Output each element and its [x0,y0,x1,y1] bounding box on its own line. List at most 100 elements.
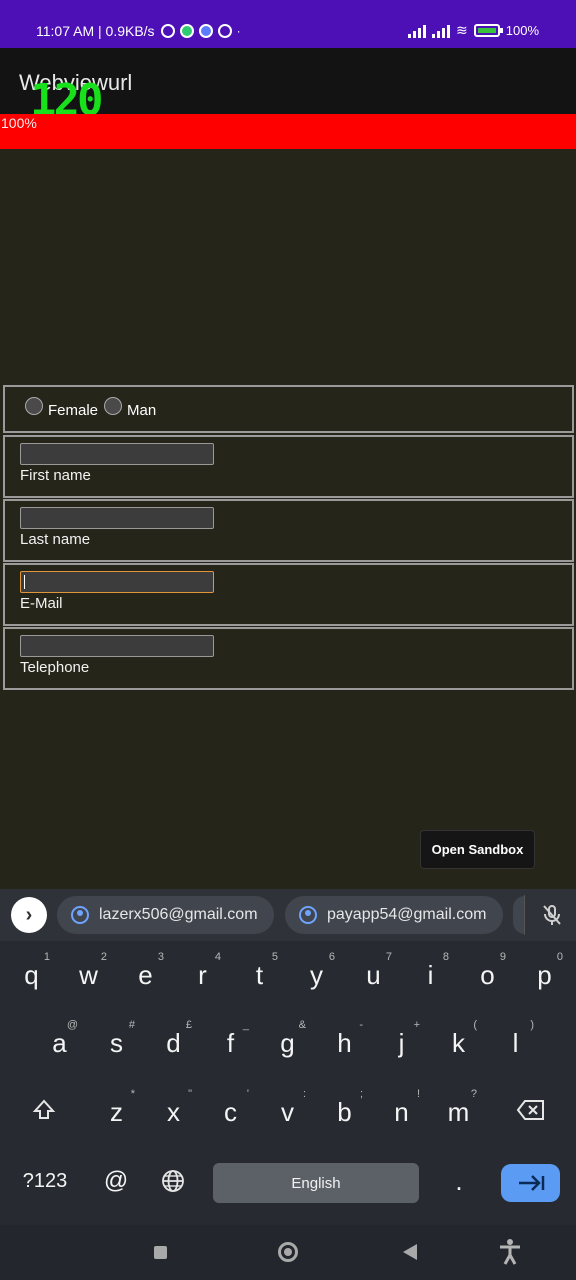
first-name-row: First name [3,435,574,498]
key-j[interactable]: j + [373,1017,430,1069]
key-v[interactable]: v: [259,1086,316,1138]
key-m[interactable]: m? [430,1086,487,1138]
telephone-row: Telephone [3,627,574,690]
radio-man[interactable] [104,397,123,415]
key-letter: y [310,959,323,990]
key-letter: u [366,959,381,990]
email-label: E-Mail [20,595,63,612]
key-letter: k [452,1027,465,1058]
signal-1-icon [408,24,427,38]
key-z[interactable]: z * [88,1086,145,1138]
github-icon [217,24,232,38]
key-hint: + [413,1019,420,1031]
key-w[interactable]: w2 [60,949,117,1001]
key-hint: ; [359,1088,363,1100]
email-input[interactable] [20,571,214,593]
shift-key[interactable] [18,1084,70,1136]
key-hint: ' [246,1088,249,1100]
period-key[interactable]: . [436,1155,482,1207]
key-letter: d [166,1027,181,1058]
alarm-icon [160,24,175,38]
key-hint: ? [470,1088,477,1100]
last-name-input[interactable] [20,507,214,529]
key-letter: v [281,1096,294,1127]
key-hint: £ [185,1019,192,1031]
gender-row: Female Man [3,385,574,433]
key-hint: 5 [271,951,278,963]
key-s[interactable]: s # [88,1017,145,1069]
key-f[interactable]: f _ [202,1017,259,1069]
key-i[interactable]: i8 [402,949,459,1001]
key-d[interactable]: d £ [145,1017,202,1069]
first-name-input[interactable] [20,443,214,465]
battery-percent: 100% [505,23,539,38]
key-o[interactable]: o9 [459,949,516,1001]
soft-keyboard: › lazerx506@gmail.com payapp54@gmail.com… [0,889,576,1225]
radio-man-label[interactable]: Man [127,402,156,419]
status-left: 11:07 AM | 0.9KB/s · [36,22,241,40]
key-hint: _ [242,1019,249,1031]
suggestion-chip-1[interactable]: lazerx506@gmail.com [57,896,274,934]
key-n[interactable]: n! [373,1086,430,1138]
key-g[interactable]: g & [259,1017,316,1069]
open-sandbox-button[interactable]: Open Sandbox [420,830,535,869]
key-q[interactable]: q1 [3,949,60,1001]
key-letter: e [138,959,153,990]
key-hint: 3 [157,951,164,963]
key-r[interactable]: r4 [174,949,231,1001]
radio-female-label[interactable]: Female [48,402,98,419]
key-letter: f [226,1027,235,1058]
last-name-row: Last name [3,499,574,562]
key-x[interactable]: x " [145,1086,202,1138]
key-y[interactable]: y6 [288,949,345,1001]
navigation-bar [0,1225,576,1280]
home-button[interactable] [278,1242,298,1262]
mic-off-icon[interactable] [540,903,564,927]
text-caret [24,575,25,589]
key-k[interactable]: k( [430,1017,487,1069]
space-key[interactable]: English [213,1163,419,1203]
accessibility-icon[interactable] [498,1238,522,1271]
key-letter: g [280,1027,295,1058]
key-hint: 0 [556,951,563,963]
status-bar: 11:07 AM | 0.9KB/s · ≋ 100% [0,0,576,48]
globe-key[interactable] [150,1155,196,1207]
key-letter: x [167,1096,180,1127]
enter-key[interactable] [501,1164,560,1202]
key-l[interactable]: l) [487,1017,544,1069]
suggestion-strip: › lazerx506@gmail.com payapp54@gmail.com [0,889,576,941]
key-c[interactable]: c ' [202,1086,259,1138]
key-hint: @ [66,1019,78,1031]
key-letter: p [537,959,552,990]
key-e[interactable]: e3 [117,949,174,1001]
account-icon [71,906,89,924]
telephone-input[interactable] [20,635,214,657]
symbols-key[interactable]: ?123 [10,1155,80,1207]
key-a[interactable]: a @ [31,1017,88,1069]
first-name-label: First name [20,467,91,484]
key-h[interactable]: h- [316,1017,373,1069]
key-u[interactable]: u7 [345,949,402,1001]
key-letter: b [337,1096,352,1127]
gender-radio-group: Female Man [25,397,162,419]
key-b[interactable]: b; [316,1086,373,1138]
key-t[interactable]: t5 [231,949,288,1001]
key-hint: ! [416,1088,420,1100]
key-p[interactable]: p0 [516,949,573,1001]
backspace-key[interactable] [503,1084,559,1136]
shift-icon [32,1099,56,1119]
email-row: E-Mail [3,563,574,626]
back-button[interactable] [403,1244,417,1260]
key-letter: w [79,959,98,990]
key-letter: i [427,959,434,990]
at-key[interactable]: @ [92,1155,140,1207]
radio-female[interactable] [25,397,43,415]
status-right: ≋ 100% [408,22,539,39]
whatsapp-icon [179,24,194,38]
signal-2-icon [432,24,451,38]
tab-arrow-icon [518,1175,544,1191]
recents-button[interactable] [154,1246,167,1259]
key-letter: z [110,1096,123,1127]
chevron-right-icon[interactable]: › [11,897,47,933]
suggestion-chip-2[interactable]: payapp54@gmail.com [285,896,503,934]
